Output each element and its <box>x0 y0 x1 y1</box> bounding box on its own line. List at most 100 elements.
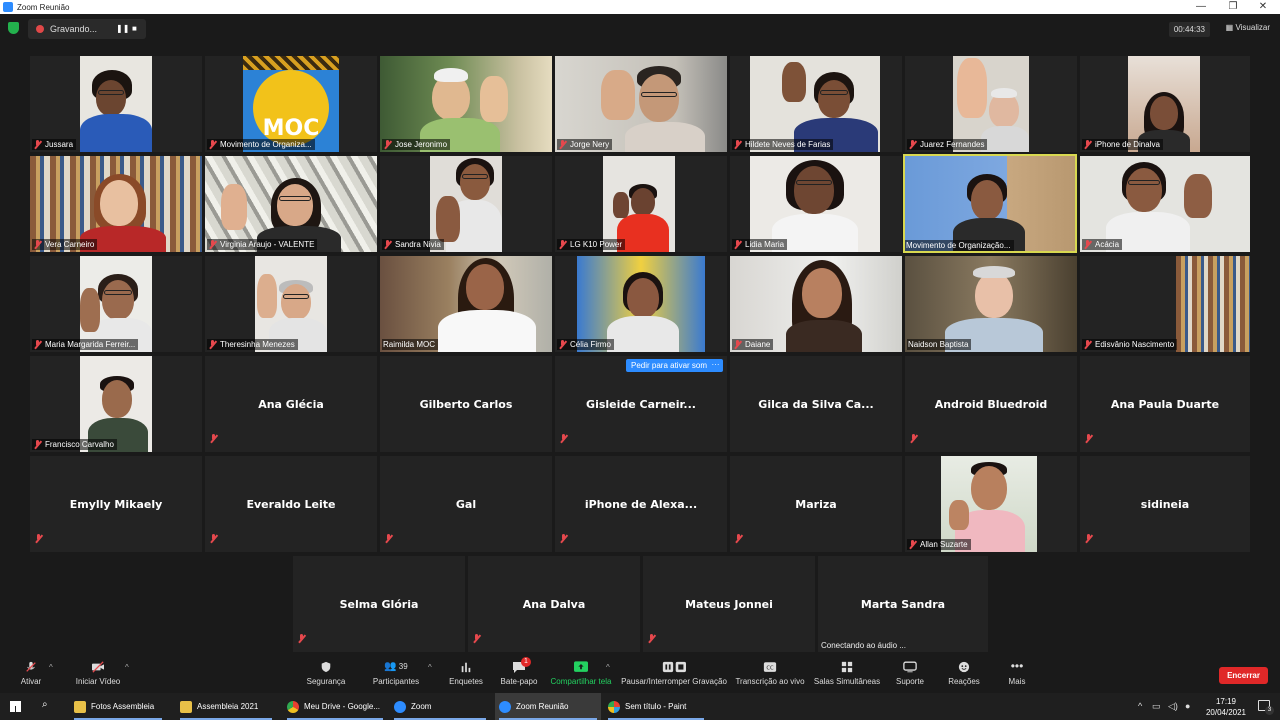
start-video-button[interactable]: Iniciar Vídeo <box>72 661 124 686</box>
taskbar-item-zoom[interactable]: Zoom <box>390 693 490 720</box>
notifications-icon[interactable]: 3 <box>1258 700 1274 715</box>
participant-tile[interactable]: sidineia <box>1080 456 1250 552</box>
participant-tile[interactable]: Mariza <box>730 456 902 552</box>
muted-mic-icon <box>209 534 218 543</box>
security-button[interactable]: Segurança <box>304 661 348 686</box>
video-tile[interactable]: LG K10 Power <box>555 156 727 252</box>
close-button[interactable]: ✕ <box>1248 0 1278 14</box>
participant-name: Célia Firmo <box>570 340 611 349</box>
participant-tile[interactable]: Emylly Mikaely <box>30 456 202 552</box>
microphone-tray-icon[interactable]: ● <box>1185 701 1190 711</box>
participant-tile[interactable]: Marta Sandra Conectando ao áudio ... <box>818 556 988 652</box>
video-tile[interactable]: MOC Movimento de Organiza... <box>205 56 377 152</box>
participant-tile[interactable]: Gal <box>380 456 552 552</box>
view-button[interactable]: ▦ Visualizar <box>1226 23 1270 32</box>
pause-recording-icon[interactable]: ❚❚ <box>116 24 129 33</box>
participant-tile[interactable]: Gilberto Carlos <box>380 356 552 452</box>
stop-recording-icon[interactable]: ■ <box>132 24 137 33</box>
ask-to-unmute-button[interactable]: Pedir para ativar som <box>626 359 713 372</box>
video-tile[interactable]: Jose Jeronimo <box>380 56 552 152</box>
participant-more-options-button[interactable]: ··· <box>708 359 723 372</box>
video-tile[interactable]: Edisvânio Nascimento <box>1080 256 1250 352</box>
participant-name: sidineia <box>1140 498 1190 511</box>
muted-mic-icon <box>1083 240 1092 249</box>
muted-mic-icon <box>384 534 393 543</box>
taskbar-item-folder[interactable]: Fotos Assembleia <box>70 693 166 720</box>
encryption-shield-icon[interactable] <box>8 22 19 34</box>
video-tile[interactable]: Jussara <box>30 56 202 152</box>
participant-tile[interactable]: Ana Paula Duarte <box>1080 356 1250 452</box>
chat-button[interactable]: 1 Bate-papo <box>498 657 540 686</box>
muted-mic-icon <box>472 634 481 643</box>
clock[interactable]: 17:19 20/04/2021 <box>1206 696 1246 718</box>
muted-mic-icon <box>733 240 742 249</box>
restore-button[interactable]: ❐ <box>1218 0 1248 14</box>
video-tile[interactable]: Francisco Carvalho <box>30 356 202 452</box>
minimize-button[interactable]: — <box>1186 0 1216 14</box>
video-tile[interactable]: iPhone de Dinalva <box>1080 56 1250 152</box>
breakout-rooms-button[interactable]: Salas Simultâneas <box>812 661 882 686</box>
video-tile[interactable]: Hildete Neves de Farias <box>730 56 902 152</box>
recording-dot-icon <box>36 25 44 33</box>
participant-tile[interactable]: Ana Glécia <box>205 356 377 452</box>
taskbar-item-zoom-meeting[interactable]: Zoom Reunião <box>495 693 601 720</box>
video-tile[interactable]: Vera Carneiro <box>30 156 202 252</box>
video-options-caret-icon[interactable]: ^ <box>125 663 129 672</box>
participant-tile[interactable]: Mateus Jonnei <box>643 556 815 652</box>
taskbar-item-chrome[interactable]: Meu Drive - Google... <box>283 693 387 720</box>
live-transcript-label: Transcrição ao vivo <box>735 677 805 686</box>
participant-tile[interactable]: Android Bluedroid <box>905 356 1077 452</box>
participant-name: Jorge Nery <box>570 140 610 149</box>
more-button[interactable]: ••• Mais <box>1002 659 1032 686</box>
pause-stop-label: Pausar/Interromper Gravação <box>621 677 727 686</box>
video-tile[interactable]: Lidia Maria <box>730 156 902 252</box>
video-tile[interactable]: Naidson Baptista <box>905 256 1077 352</box>
video-tile[interactable]: Virginia Araujo - VALENTE <box>205 156 377 252</box>
tray-chevron-icon[interactable]: ^ <box>1138 701 1142 711</box>
video-tile[interactable]: Jorge Nery <box>555 56 727 152</box>
participant-tile[interactable]: Everaldo Leite <box>205 456 377 552</box>
participant-tile[interactable]: Selma Glória <box>293 556 465 652</box>
taskbar-item-folder[interactable]: Assembleia 2021 <box>176 693 276 720</box>
support-button[interactable]: Suporte <box>892 661 928 686</box>
live-transcript-button[interactable]: CC Transcrição ao vivo <box>734 661 806 686</box>
muted-mic-icon <box>1083 140 1092 149</box>
participants-button[interactable]: 👥 39 Participantes <box>372 661 420 686</box>
video-tile-active-speaker[interactable]: Movimento de Organização... <box>903 154 1077 253</box>
network-icon[interactable]: ▭ <box>1152 701 1161 712</box>
video-tile[interactable]: Célia Firmo <box>555 256 727 352</box>
participant-tile[interactable]: Gilca da Silva Ca... <box>730 356 902 452</box>
taskbar-item-paint[interactable]: Sem título - Paint <box>604 693 708 720</box>
muted-mic-icon <box>297 634 306 643</box>
unmute-button[interactable]: Ativar <box>14 661 48 686</box>
participant-name: Mateus Jonnei <box>685 598 773 611</box>
video-tile[interactable]: Raimilda MOC <box>380 256 552 352</box>
windows-start-icon[interactable] <box>10 701 21 712</box>
participant-name: iPhone de Dinalva <box>1095 140 1160 149</box>
video-tile[interactable]: Sandra Nivia <box>380 156 552 252</box>
video-tile[interactable]: Theresinha Menezes <box>205 256 377 352</box>
volume-icon[interactable]: ◁) <box>1168 701 1178 712</box>
video-tile[interactable]: Maria Margarida Ferreir... <box>30 256 202 352</box>
video-tile[interactable]: Allan Suzarte <box>905 456 1077 552</box>
video-tile[interactable]: Acácia <box>1080 156 1250 252</box>
support-label: Suporte <box>895 677 925 686</box>
share-options-caret-icon[interactable]: ^ <box>606 663 610 672</box>
share-screen-button[interactable]: Compartilhar tela <box>548 661 614 686</box>
participant-tile[interactable]: iPhone de Alexa... <box>555 456 727 552</box>
pause-stop-icon <box>662 661 686 673</box>
search-icon[interactable]: ⌕ <box>42 699 48 710</box>
pause-stop-recording-button[interactable]: Pausar/Interromper Gravação <box>620 661 728 686</box>
participant-name: Selma Glória <box>339 598 419 611</box>
video-tile[interactable]: Juarez Fernandes <box>905 56 1077 152</box>
muted-mic-icon <box>733 140 742 149</box>
reactions-button[interactable]: Reações <box>946 661 982 686</box>
video-tile[interactable]: Daiane <box>730 256 902 352</box>
participant-tile[interactable]: Ana Dalva <box>468 556 640 652</box>
participants-caret-icon[interactable]: ^ <box>428 663 432 672</box>
end-meeting-button[interactable]: Encerrar <box>1219 667 1268 684</box>
participant-name: Naidson Baptista <box>908 340 969 349</box>
polls-button[interactable]: Enquetes <box>448 661 484 686</box>
ellipsis-icon: ••• <box>1010 659 1024 673</box>
audio-options-caret-icon[interactable]: ^ <box>49 663 53 672</box>
